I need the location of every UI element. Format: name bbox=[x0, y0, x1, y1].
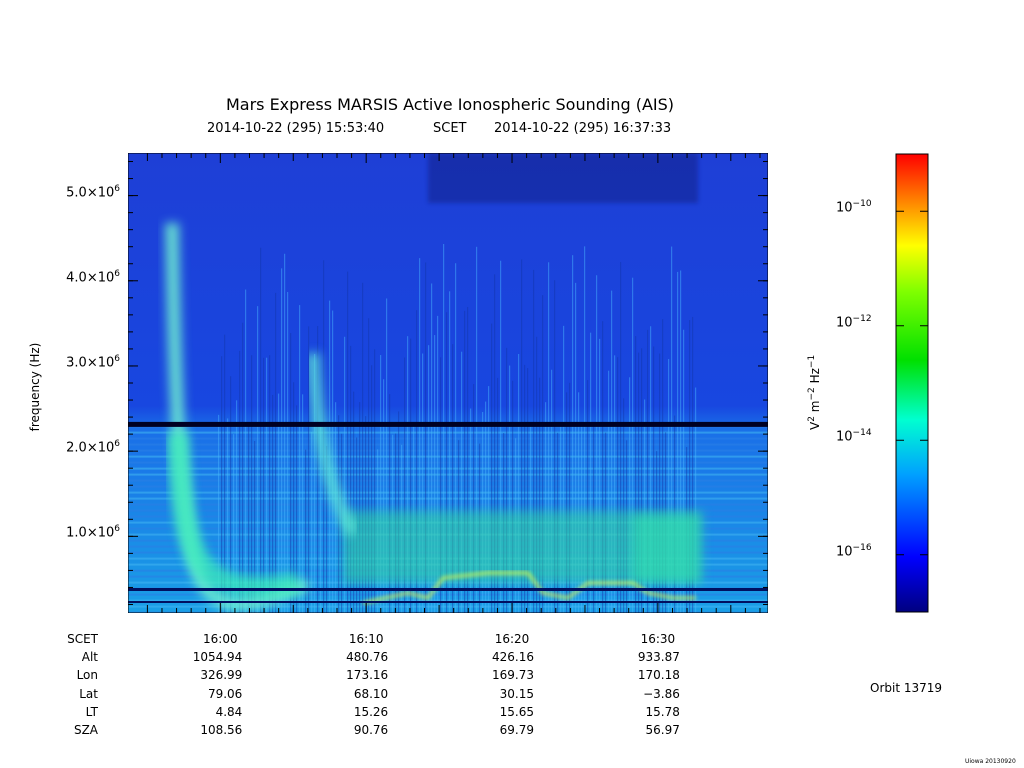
sounding-streak bbox=[287, 291, 289, 613]
table-cell: 90.76 bbox=[353, 723, 389, 737]
colorbar-tick-mantissa: 10 bbox=[836, 315, 853, 331]
table-cell: 16:00 bbox=[203, 632, 238, 646]
colorbar-tick-label: 10−12 bbox=[836, 314, 872, 330]
colorbar-tick-label: 10−16 bbox=[836, 543, 872, 559]
table-cell: 15.65 bbox=[499, 704, 535, 719]
y-tick-mantissa: 4.0×10 bbox=[66, 270, 115, 286]
table-row-label: Alt bbox=[81, 650, 98, 665]
table-cell: 173.16 bbox=[346, 668, 389, 683]
sounding-streak bbox=[260, 247, 262, 613]
sounding-streak bbox=[299, 305, 301, 613]
table-cell: −3.86 bbox=[643, 686, 680, 701]
sounding-streak bbox=[284, 253, 286, 613]
table-row-label: Lon bbox=[76, 668, 98, 683]
y-tick-mantissa: 5.0×10 bbox=[66, 184, 115, 200]
colorbar-tick-exponent: −12 bbox=[852, 313, 872, 324]
y-tick-label: 4.0×106 bbox=[66, 269, 120, 285]
table-cell: 933.87 bbox=[637, 650, 680, 665]
y-tick-label: 5.0×106 bbox=[66, 184, 120, 200]
y-tick-mantissa: 2.0×10 bbox=[66, 440, 115, 456]
table-cell: 326.99 bbox=[200, 668, 243, 683]
start-time: 2014-10-22 (295) 15:53:40 bbox=[207, 121, 385, 136]
table-cell: 16:20 bbox=[494, 632, 530, 646]
orbit-number: Orbit 13719 bbox=[870, 681, 943, 695]
colorbar-tick-exponent: −10 bbox=[852, 199, 872, 210]
y-tick-exponent: 6 bbox=[114, 353, 120, 364]
sounding-streak bbox=[257, 306, 259, 613]
colorbar-tick-exponent: −16 bbox=[852, 542, 872, 553]
sounding-streak bbox=[290, 333, 292, 613]
table-cell: 108.56 bbox=[200, 723, 243, 737]
table-row-label: Lat bbox=[79, 686, 98, 701]
y-tick-mantissa: 3.0×10 bbox=[66, 355, 115, 371]
colorbar-gradient bbox=[895, 153, 929, 613]
table-cell: 16:30 bbox=[640, 632, 676, 646]
table-row-label: SCET bbox=[67, 632, 98, 646]
colorbar-tick-label: 10−14 bbox=[836, 428, 872, 444]
table-cell: 170.18 bbox=[637, 668, 680, 683]
table-cell: 79.06 bbox=[207, 686, 243, 701]
table-cell: 16:10 bbox=[348, 632, 384, 646]
table-cell: 30.15 bbox=[499, 686, 535, 701]
sounding-streak bbox=[251, 355, 253, 613]
bottom-band bbox=[128, 588, 768, 591]
colorbar bbox=[895, 153, 929, 613]
y-tick-exponent: 6 bbox=[114, 524, 120, 535]
credit-stamp: Uiowa 20130920 bbox=[965, 758, 1016, 765]
table-cell: 69.79 bbox=[499, 723, 535, 737]
table-row-label: LT bbox=[85, 704, 98, 719]
colorbar-label: V2 m−2 Hz−1 bbox=[807, 354, 822, 430]
bottom-band bbox=[128, 601, 768, 603]
table-cell: 1054.94 bbox=[192, 650, 243, 665]
table-cell: 15.26 bbox=[353, 704, 389, 719]
sounding-streak bbox=[239, 350, 241, 613]
y-tick-exponent: 6 bbox=[114, 183, 120, 194]
y-tick-label: 3.0×106 bbox=[66, 354, 120, 370]
chart-title: Mars Express MARSIS Active Ionospheric S… bbox=[225, 95, 675, 114]
table-cell: 169.73 bbox=[492, 668, 535, 683]
scet-label: SCET bbox=[433, 121, 467, 136]
sounding-streak bbox=[245, 289, 247, 613]
colorbar-tick-mantissa: 10 bbox=[836, 200, 853, 216]
colorbar-tick-exponent: −14 bbox=[852, 428, 872, 439]
table-cell: 4.84 bbox=[215, 704, 243, 719]
sounding-streak bbox=[242, 322, 244, 613]
y-tick-exponent: 6 bbox=[114, 268, 120, 279]
table-cell: 15.78 bbox=[645, 704, 680, 719]
sounding-streak bbox=[269, 355, 271, 613]
y-tick-label: 2.0×106 bbox=[66, 439, 120, 455]
y-tick-mantissa: 1.0×10 bbox=[66, 525, 115, 541]
y-tick-label: 1.0×106 bbox=[66, 524, 120, 540]
echo-region bbox=[633, 515, 698, 583]
sounding-streak bbox=[275, 292, 277, 613]
y-tick-exponent: 6 bbox=[114, 439, 120, 450]
table-cell: 68.10 bbox=[353, 686, 389, 701]
y-axis-label: frequency (Hz) bbox=[28, 342, 42, 432]
sounding-streak bbox=[311, 432, 313, 613]
table-cell: 480.76 bbox=[346, 650, 389, 665]
spectrogram-plot bbox=[128, 153, 768, 613]
table-row-label: SZA bbox=[73, 723, 98, 737]
sounding-streak bbox=[266, 357, 268, 613]
sounding-streak bbox=[281, 268, 283, 613]
plasma-line bbox=[128, 421, 768, 427]
table-cell: 426.16 bbox=[492, 650, 535, 665]
end-time: 2014-10-22 (295) 16:37:33 bbox=[494, 121, 672, 136]
table-cell: 56.97 bbox=[645, 723, 680, 737]
colorbar-tick-label: 10−10 bbox=[836, 199, 872, 215]
colorbar-tick-mantissa: 10 bbox=[836, 544, 853, 560]
sounding-streak bbox=[263, 357, 265, 613]
colorbar-tick-mantissa: 10 bbox=[836, 429, 853, 445]
